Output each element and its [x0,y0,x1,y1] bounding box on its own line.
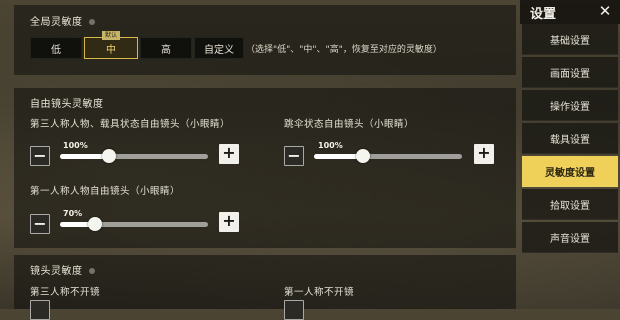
third-person-no-scope-label: 第三人称不开镜 [30,287,101,298]
first-person-value: 70% [63,209,83,218]
third-person-value: 100% [63,141,88,150]
info-icon[interactable] [88,19,95,25]
sidebar-item-label: 基础设置 [550,35,590,47]
sidebar-item-label: 操作设置 [550,101,590,113]
preset-high-label: 高 [161,44,171,56]
sidebar-item-vehicle[interactable]: 载具设置 [522,123,618,154]
global-sensitivity-title: 全局灵敏度 [30,13,95,28]
preset-low-button[interactable]: 低 [30,37,82,59]
sidebar-item-audio[interactable]: 声音设置 [522,222,618,253]
first-person-free-label: 第一人称人物自由镜头（小眼睛） [30,186,181,197]
sidebar-item-label: 声音设置 [550,233,590,245]
third-person-slider[interactable] [60,149,208,163]
slider-handle[interactable] [87,217,102,231]
minus-icon: − [287,146,301,165]
sidebar-item-pickup[interactable]: 拾取设置 [522,189,618,220]
sidebar-item-controls[interactable]: 操作设置 [522,90,618,121]
sidebar-item-graphics[interactable]: 画面设置 [522,57,618,88]
parachute-slider[interactable] [314,149,462,163]
preset-note: （选择"低"、"中"、"高"，恢复至对应的灵敏度） [246,45,442,55]
minus-icon: − [33,214,47,233]
camera-sensitivity-title: 镜头灵敏度 [30,262,95,277]
default-tag: 默认 [101,31,121,40]
third-person-minus-button[interactable]: − [30,146,50,166]
sidebar-item-label: 拾取设置 [550,200,590,212]
settings-title: 设置 [530,7,557,22]
sidebar-item-label: 灵敏度设置 [545,167,595,179]
plus-icon: + [222,143,236,162]
global-sensitivity-title-text: 全局灵敏度 [30,17,83,28]
preset-low-label: 低 [51,44,61,56]
first-person-slider[interactable] [60,217,208,231]
sidebar-item-basic[interactable]: 基础设置 [522,24,618,55]
parachute-minus-button[interactable]: − [284,146,304,166]
preset-custom-button[interactable]: 自定义 [194,37,244,59]
preset-custom-label: 自定义 [204,44,234,56]
first-person-no-scope-label: 第一人称不开镜 [284,287,355,298]
camera-first-minus-button[interactable] [284,300,304,320]
parachute-value: 100% [318,141,343,150]
sidebar-item-label: 载具设置 [550,134,590,146]
free-camera-title: 自由镜头灵敏度 [30,99,104,110]
preset-medium-label: 中 [106,44,116,56]
preset-medium-button[interactable]: 默认 中 [84,31,138,59]
first-person-plus-button[interactable]: + [219,212,239,232]
first-person-minus-button[interactable]: − [30,214,50,234]
minus-icon: − [33,146,47,165]
camera-sensitivity-title-text: 镜头灵敏度 [30,266,83,277]
preset-high-button[interactable]: 高 [140,37,192,59]
camera-third-minus-button[interactable] [30,300,50,320]
third-person-plus-button[interactable]: + [219,144,239,164]
close-icon[interactable]: ✕ [596,2,614,20]
sidebar-item-sensitivity[interactable]: 灵敏度设置 [522,156,618,187]
plus-icon: + [477,143,491,162]
plus-icon: + [222,211,236,230]
info-icon[interactable] [88,268,95,274]
third-person-free-label: 第三人称人物、载具状态自由镜头（小眼睛） [30,119,231,130]
sidebar-item-label: 画面设置 [550,68,590,80]
parachute-plus-button[interactable]: + [474,144,494,164]
parachute-free-label: 跳伞状态自由镜头（小眼睛） [284,119,415,130]
